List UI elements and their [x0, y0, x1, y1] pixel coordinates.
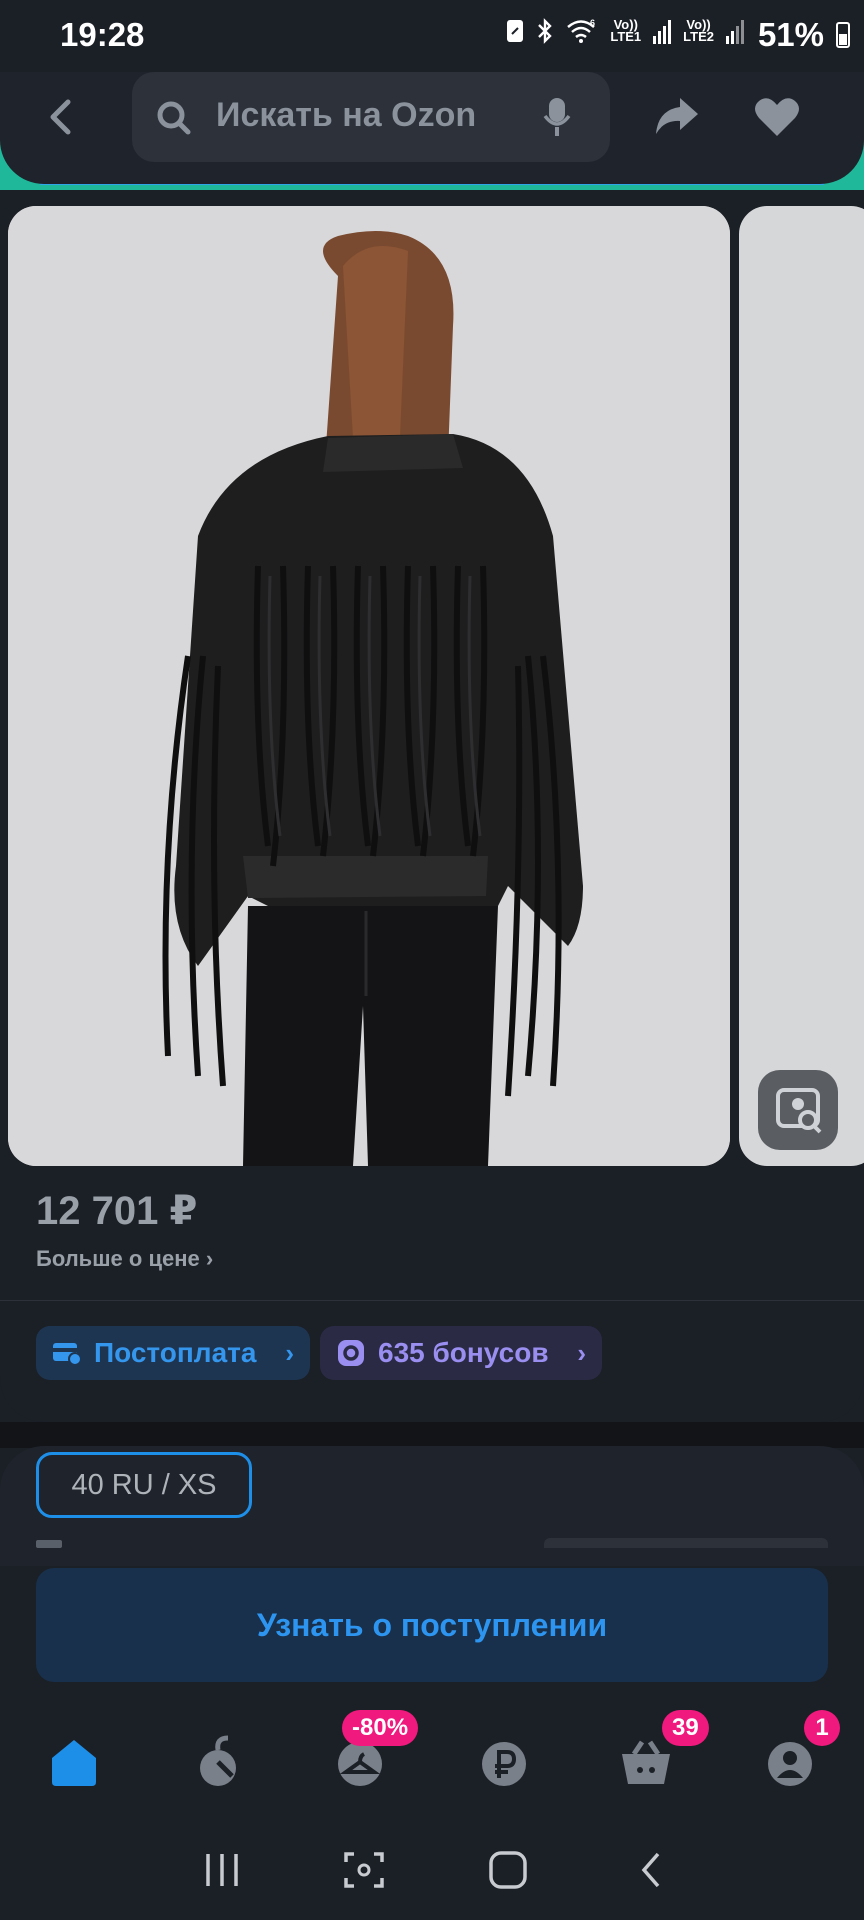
- search-placeholder: Искать на Ozon: [216, 96, 477, 134]
- signal-1-icon: [653, 18, 672, 44]
- back-nav-icon[interactable]: [636, 1850, 666, 1890]
- fresh-icon: [200, 1735, 236, 1786]
- bonus-label: 635 бонусов: [378, 1337, 549, 1368]
- bonus-icon: [336, 1338, 366, 1368]
- status-time: 19:28: [60, 16, 145, 53]
- battery-percent: 51%: [757, 16, 824, 53]
- network-2: Vo)) LTE2: [683, 17, 714, 44]
- screen-capture-icon[interactable]: [342, 1850, 386, 1890]
- postpay-label: Постоплата: [94, 1337, 257, 1368]
- image-search-button[interactable]: [758, 1070, 838, 1150]
- favorite-button[interactable]: [754, 96, 800, 143]
- ruble-icon: [482, 1742, 526, 1786]
- bottom-tab-bar: -80% 39 1: [0, 1696, 864, 1816]
- next-product-photo[interactable]: [739, 206, 864, 1166]
- bluetooth-icon: [538, 18, 553, 44]
- cart-badge: 39: [662, 1710, 709, 1746]
- network-1: Vo)) LTE1: [610, 17, 642, 44]
- price: 12 701 ₽: [36, 1189, 198, 1233]
- home-icon: [52, 1740, 96, 1786]
- battery-icon: [836, 22, 850, 48]
- notify-arrival-button[interactable]: Узнать о поступлении: [36, 1568, 828, 1682]
- home-nav-icon[interactable]: [488, 1850, 528, 1890]
- microphone-icon[interactable]: [542, 96, 572, 138]
- divider: [0, 1300, 864, 1301]
- share-button[interactable]: [654, 94, 700, 143]
- recent-apps-icon[interactable]: [200, 1850, 244, 1890]
- profile-badge: 1: [804, 1710, 840, 1746]
- cut-off-text: [36, 1540, 62, 1548]
- jacket-photo-illustration: [8, 206, 730, 1166]
- wifi-icon: 6: [567, 18, 595, 43]
- back-arrow-icon: [50, 99, 71, 135]
- discount-badge: -80%: [342, 1710, 419, 1746]
- size-option[interactable]: 40 RU / XS: [36, 1452, 252, 1518]
- back-button[interactable]: [40, 94, 86, 140]
- tab-home[interactable]: [44, 1732, 104, 1792]
- chevron-right-icon: ›: [285, 1337, 294, 1368]
- postpay-button[interactable]: Постоплата ›: [36, 1326, 310, 1380]
- sync-icon: [507, 20, 524, 42]
- top-header: Искать на Ozon: [0, 72, 864, 184]
- tab-finance[interactable]: [474, 1732, 534, 1792]
- system-nav-bar: [0, 1816, 864, 1920]
- search-field[interactable]: Искать на Ozon: [132, 72, 610, 162]
- bonus-button[interactable]: 635 бонусов ›: [320, 1326, 602, 1380]
- heart-icon: [755, 98, 799, 136]
- visual-search-icon: [776, 1088, 822, 1134]
- cut-off-chip: [544, 1538, 828, 1548]
- search-icon: [157, 101, 191, 135]
- section-gap: [0, 1422, 864, 1448]
- signal-2-icon: [726, 18, 744, 44]
- price-details-link[interactable]: Больше о цене ›: [36, 1246, 213, 1272]
- tab-fresh[interactable]: [188, 1732, 248, 1792]
- chevron-right-icon: ›: [205, 1246, 214, 1271]
- status-bar: 19:28 6 Vo)) LTE1 Vo)) LTE2 51%: [0, 0, 864, 72]
- product-photo[interactable]: [8, 206, 730, 1166]
- svg-text:6: 6: [590, 18, 595, 28]
- card-clock-icon: [52, 1340, 82, 1366]
- chevron-right-icon: ›: [577, 1337, 586, 1368]
- status-icons: 6 Vo)) LTE1 Vo)) LTE2: [506, 18, 744, 44]
- share-icon: [656, 98, 698, 134]
